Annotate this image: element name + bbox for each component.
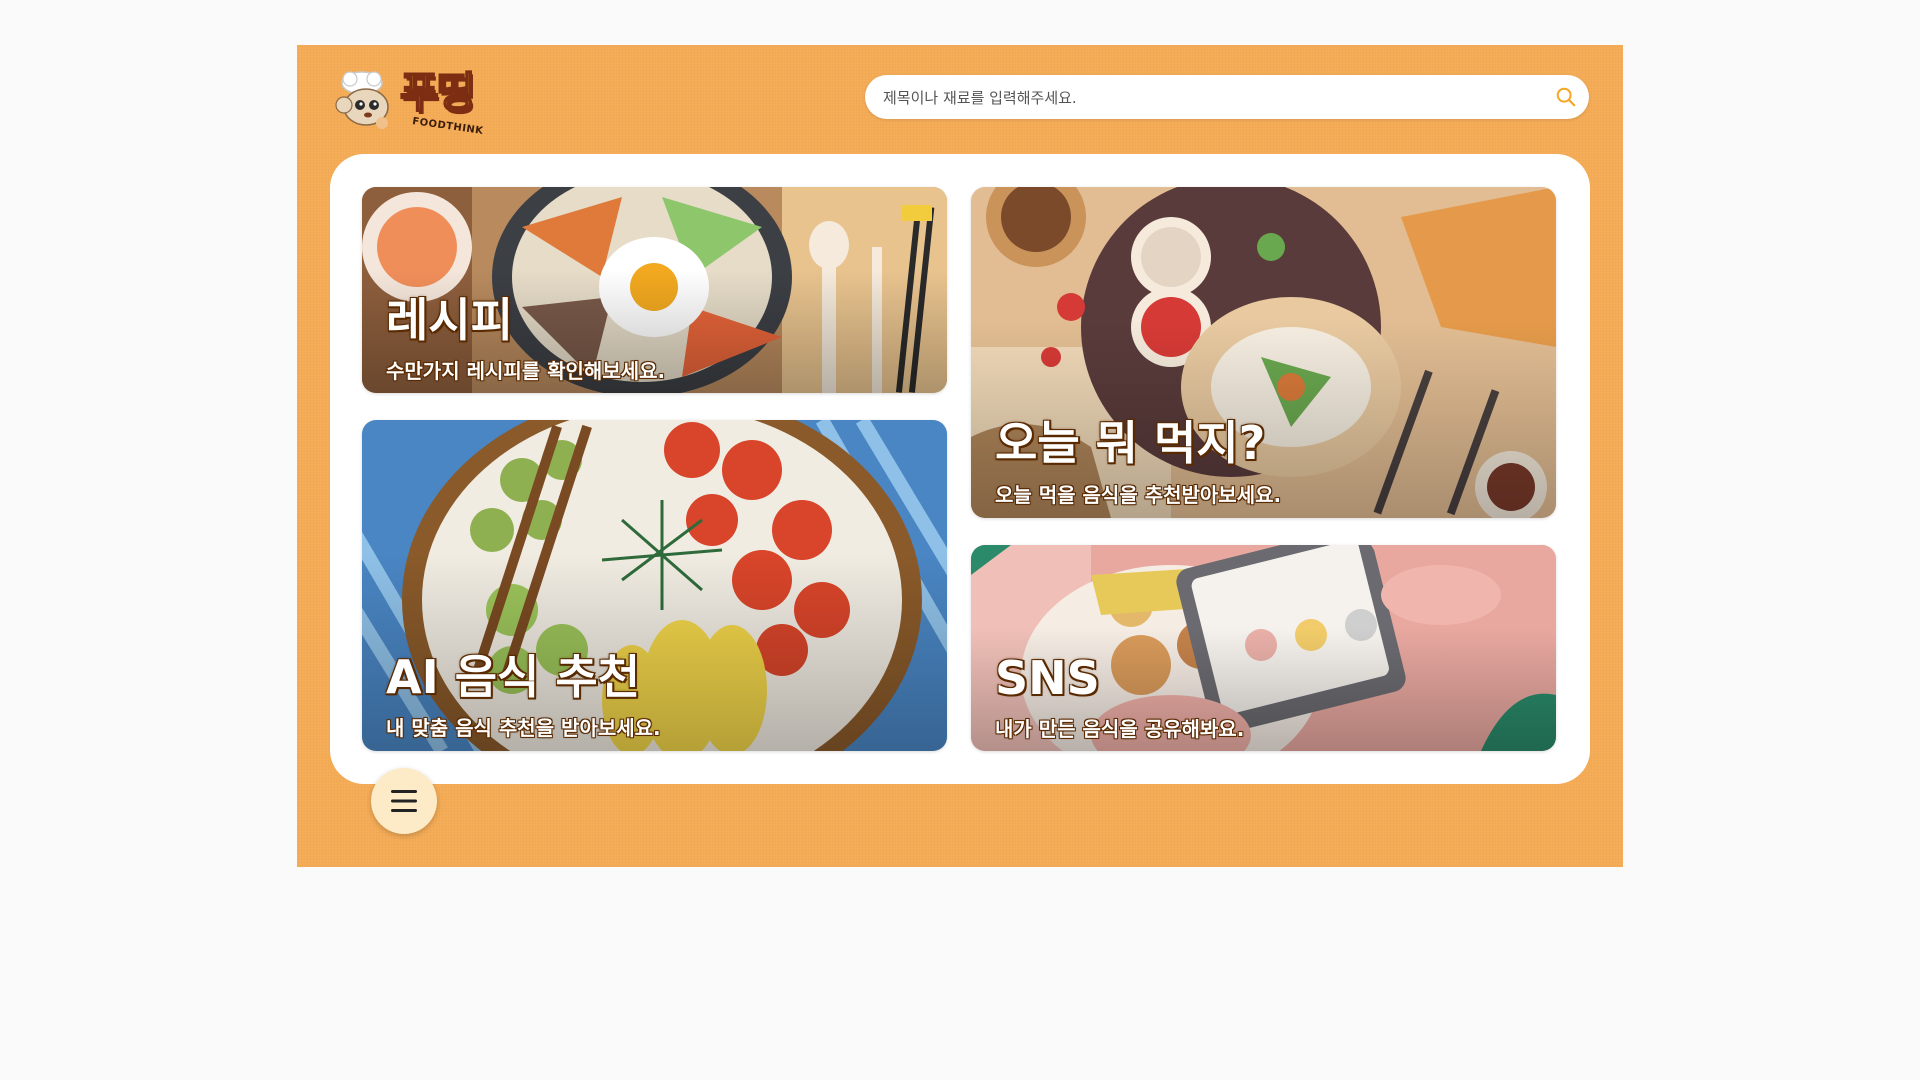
menu-panel: 레시피 수만가지 레시피를 확인해보세요. 오늘 뭐 먹지? 오늘 먹을 음식을… [330, 154, 1590, 784]
app-container: 푸띵 FOODTHINK 제목이나 재료를 입력해주세요. 레시피 수만가지 레… [297, 45, 1623, 867]
card-title: 오늘 뭐 먹지? [995, 416, 1266, 470]
ai-recommend-card[interactable]: AI 음식 추천 내 맞춤 음식 추천을 받아보세요. [362, 420, 947, 751]
card-title: 레시피 [386, 293, 513, 347]
logo[interactable]: 푸띵 FOODTHINK [332, 63, 502, 137]
today-menu-card[interactable]: 오늘 뭐 먹지? 오늘 먹을 음식을 추천받아보세요. [971, 187, 1556, 518]
logo-title: 푸띵 [399, 67, 476, 118]
chef-mascot-icon [335, 71, 389, 129]
search-input[interactable] [881, 75, 1535, 121]
hamburger-menu-button[interactable] [371, 768, 437, 834]
recipe-card[interactable]: 레시피 수만가지 레시피를 확인해보세요. [362, 187, 947, 393]
search-bar [865, 75, 1589, 121]
search-icon[interactable] [1555, 86, 1577, 108]
card-title: AI 음식 추천 [386, 650, 641, 704]
card-description: 내 맞춤 음식 추천을 받아보세요. [386, 716, 661, 740]
card-description: 수만가지 레시피를 확인해보세요. [386, 359, 666, 383]
sns-card[interactable]: SNS 내가 만든 음식을 공유해봐요. [971, 545, 1556, 751]
card-description: 오늘 먹을 음식을 추천받아보세요. [995, 483, 1282, 507]
hamburger-menu-icon [391, 790, 417, 812]
card-title: SNS [995, 651, 1100, 705]
card-description: 내가 만든 음식을 공유해봐요. [995, 717, 1245, 741]
